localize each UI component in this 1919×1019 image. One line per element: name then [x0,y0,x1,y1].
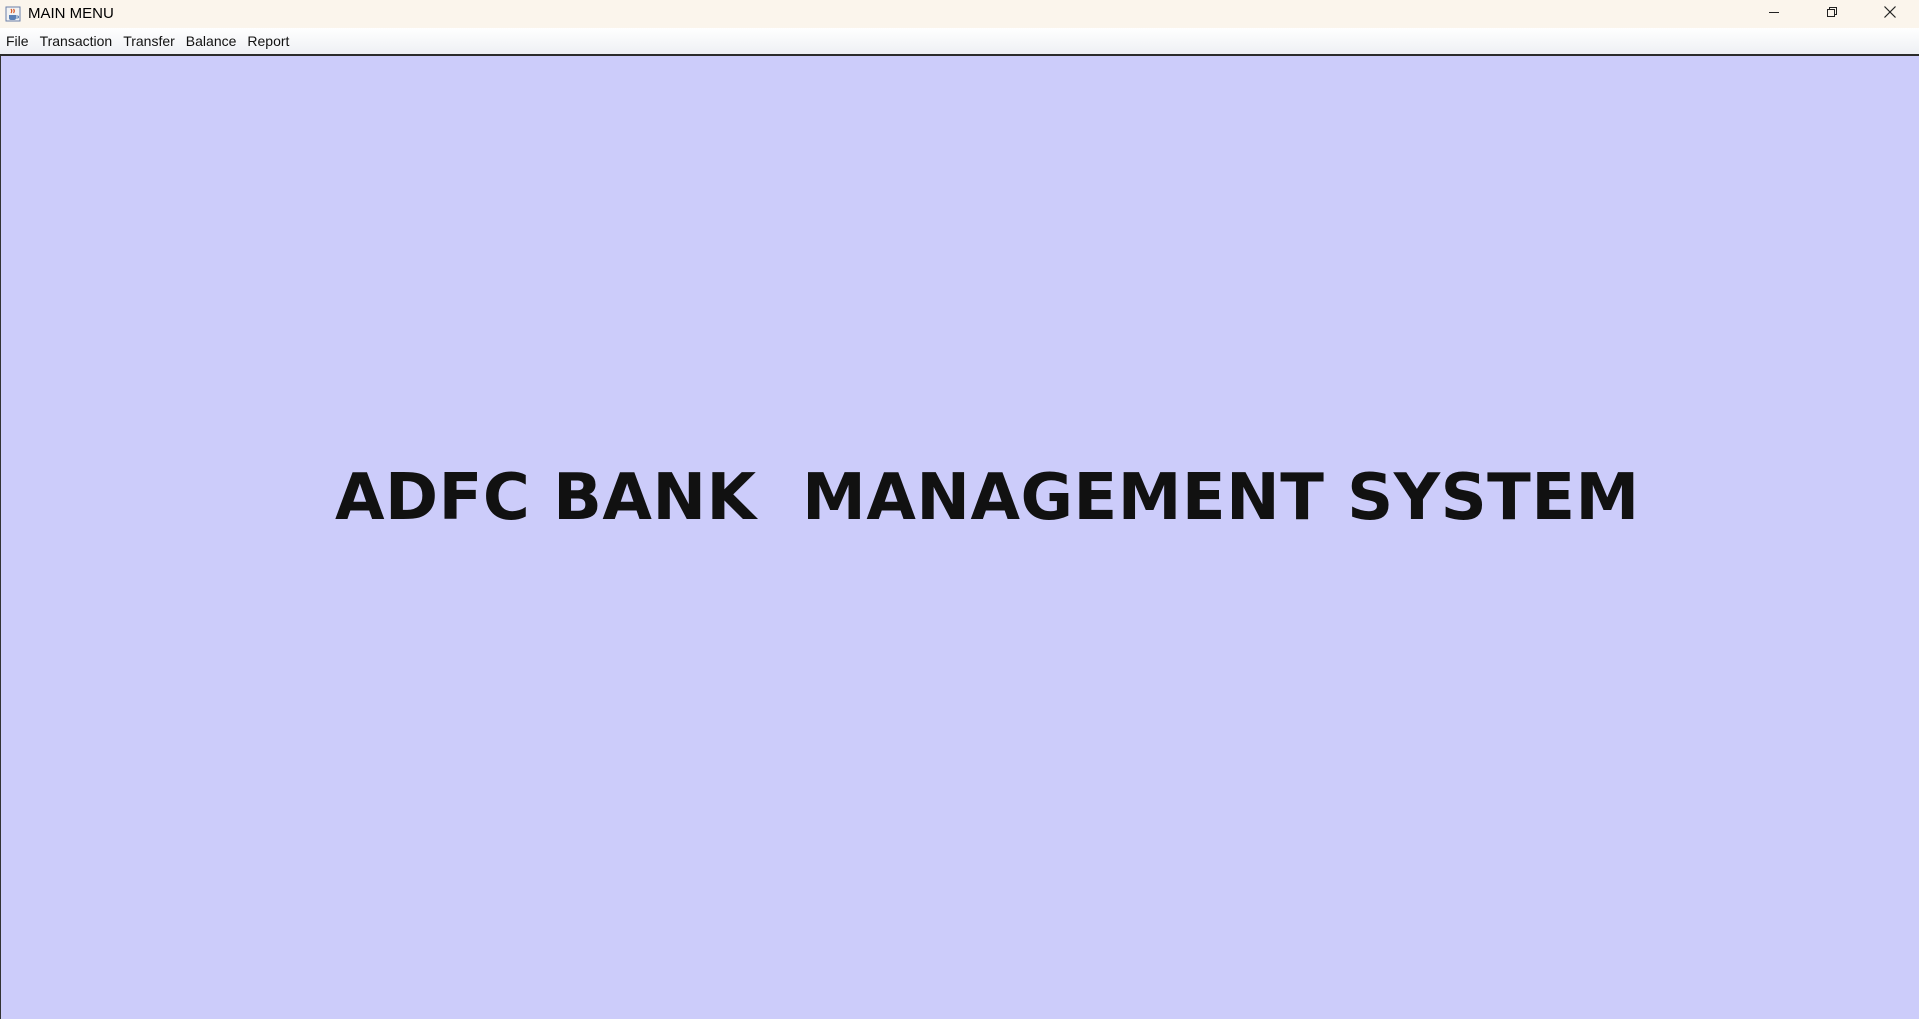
content-panel [0,56,1919,1019]
main-menu-window: MAIN MENU File Transaction Transfer Bala… [0,0,1919,1019]
maximize-button[interactable] [1803,0,1861,28]
java-cup-icon [4,5,22,23]
window-controls [1745,0,1919,28]
app-heading: ADFC BANK MANAGEMENT SYSTEM [335,461,1640,535]
menu-bar: File Transaction Transfer Balance Report [0,28,1919,56]
title-bar[interactable]: MAIN MENU [0,0,1919,28]
menu-report[interactable]: Report [241,28,294,54]
window-title: MAIN MENU [28,5,114,22]
menu-transfer[interactable]: Transfer [117,28,180,54]
menu-transaction[interactable]: Transaction [34,28,118,54]
close-icon [1883,5,1897,24]
menu-file[interactable]: File [0,28,34,54]
minimize-icon [1768,5,1780,23]
restore-icon [1826,5,1838,23]
menu-balance[interactable]: Balance [180,28,242,54]
close-button[interactable] [1861,0,1919,28]
minimize-button[interactable] [1745,0,1803,28]
